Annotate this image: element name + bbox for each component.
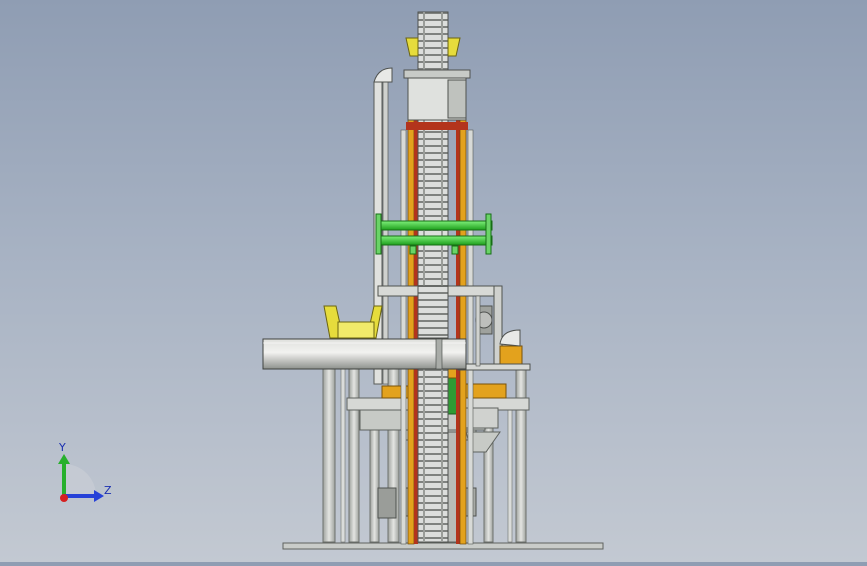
y-axis-arrowhead (58, 454, 70, 464)
z-axis-label: Z (104, 484, 112, 497)
orientation-triad[interactable]: Y Z (44, 436, 124, 516)
x-axis-dot (60, 494, 68, 502)
conveyor-front-segment (417, 285, 449, 339)
base-plate (282, 542, 604, 550)
cad-viewport[interactable]: Y Z (0, 0, 867, 562)
turntable-disc (262, 338, 467, 370)
y-axis-label: Y (58, 441, 66, 454)
yellow-hopper (323, 305, 383, 339)
z-axis-arrowhead (94, 490, 104, 502)
triad-shading (64, 464, 96, 496)
machine-model[interactable] (0, 0, 867, 562)
